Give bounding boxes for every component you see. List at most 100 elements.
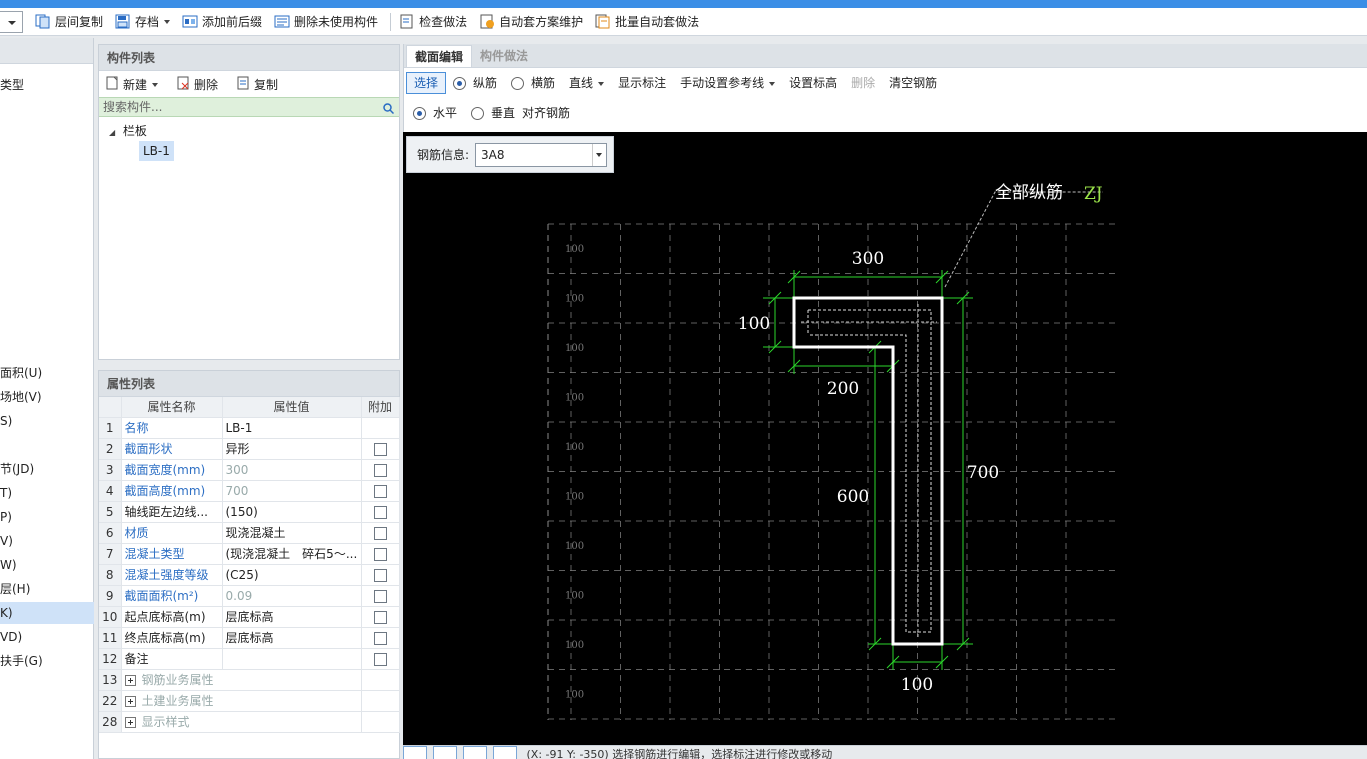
section-drawing[interactable]: 100 100 100 100 100 100 100 100 100 100 300 100 200… — [403, 132, 1367, 745]
tab-section-edit[interactable]: 截面编辑 — [406, 45, 473, 67]
prop-value[interactable]: 异形 — [222, 438, 362, 460]
property-row[interactable]: 1 名称 LB-1 — [99, 417, 400, 439]
manual-ref-dropdown[interactable]: 手动设置参考线 — [673, 72, 782, 94]
status-tool-button[interactable] — [433, 746, 457, 759]
copy-button[interactable]: 复制 — [236, 76, 278, 93]
extra-checkbox[interactable] — [373, 526, 387, 540]
prop-extra — [361, 564, 400, 586]
property-row[interactable]: 6 材质 现浇混凝土 — [99, 522, 400, 544]
dim-label-left: 100 — [738, 314, 770, 334]
delete-rebar-button[interactable]: 删除 — [844, 72, 882, 94]
tree-group[interactable]: ◢ 栏板 — [99, 121, 399, 141]
extra-checkbox[interactable] — [373, 568, 387, 582]
prop-value[interactable]: 300 — [222, 459, 362, 481]
prop-value[interactable]: 700 — [222, 480, 362, 502]
extra-checkbox[interactable] — [373, 505, 387, 519]
expand-plus-icon[interactable] — [124, 696, 136, 707]
nav-item-type[interactable]: 类型 — [0, 74, 94, 96]
search-input[interactable]: 搜索构件... — [99, 97, 399, 117]
extra-checkbox[interactable] — [373, 484, 387, 498]
property-row[interactable]: 8 混凝土强度等级 (C25) — [99, 564, 400, 586]
property-row[interactable]: 11 终点底标高(m) 层底标高 — [99, 627, 400, 649]
tab-component-method[interactable]: 构件做法 — [472, 45, 536, 67]
check-method-button[interactable]: 检查做法 — [395, 11, 471, 33]
extra-checkbox[interactable] — [373, 652, 387, 666]
prop-extra — [361, 543, 400, 565]
delete-unused-button[interactable]: 删除未使用构件 — [270, 11, 382, 33]
property-row[interactable]: 4 截面高度(mm) 700 — [99, 480, 400, 502]
prop-name: 截面形状 — [121, 438, 223, 460]
new-button[interactable]: 新建 — [105, 76, 159, 93]
property-row[interactable]: 2 截面形状 异形 — [99, 438, 400, 460]
extra-checkbox[interactable] — [373, 547, 387, 561]
property-row[interactable]: 9 截面面积(m²) 0.09 — [99, 585, 400, 607]
nav-item-jd[interactable]: 节(JD) — [0, 458, 94, 480]
align-rebar-button[interactable]: 对齐钢筋 — [522, 102, 577, 124]
horizontal-radio[interactable]: 水平 — [406, 102, 464, 124]
status-tool-button[interactable] — [403, 746, 427, 759]
property-row[interactable]: 5 轴线距左边线... (150) — [99, 501, 400, 523]
tree-item[interactable]: LB-1 — [99, 141, 399, 161]
clear-rebar-button[interactable]: 清空钢筋 — [882, 72, 944, 94]
nav-item-vd[interactable]: VD) — [0, 626, 94, 648]
transverse-radio[interactable]: 横筋 — [504, 72, 562, 94]
longitudinal-radio[interactable]: 纵筋 — [446, 72, 504, 94]
nav-item-handrail[interactable]: 扶手(G) — [0, 650, 94, 672]
property-row[interactable]: 3 截面宽度(mm) 300 — [99, 459, 400, 481]
show-dims-button[interactable]: 显示标注 — [611, 72, 673, 94]
extra-checkbox[interactable] — [373, 589, 387, 603]
status-tool-button[interactable] — [463, 746, 487, 759]
property-group-row[interactable]: 28 显示样式 — [99, 711, 400, 733]
nav-item-area[interactable]: 面积(U) — [0, 362, 94, 384]
nav-item-t[interactable]: T) — [0, 482, 94, 504]
prop-value[interactable]: (150) — [222, 501, 362, 523]
prefix-suffix-button[interactable]: 添加前后缀 — [178, 11, 266, 33]
prop-value[interactable]: 层底标高 — [222, 627, 362, 649]
prop-extra — [361, 711, 400, 733]
extra-checkbox[interactable] — [373, 442, 387, 456]
vertical-radio[interactable]: 垂直 — [464, 102, 522, 124]
delete-button[interactable]: 删除 — [176, 76, 218, 93]
prop-value[interactable] — [222, 648, 362, 670]
prop-value[interactable]: (C25) — [222, 564, 362, 586]
rebar-info-select[interactable]: 3A8 — [475, 142, 608, 167]
property-row[interactable]: 7 混凝土类型 (现浇混凝土 碎石5～... — [99, 543, 400, 565]
chevron-down-icon[interactable] — [152, 82, 159, 90]
chevron-down-icon[interactable] — [592, 143, 606, 166]
search-icon[interactable] — [383, 103, 395, 117]
nav-item-s[interactable]: S) — [0, 410, 94, 432]
floor-combo[interactable] — [0, 10, 23, 33]
line-dropdown[interactable]: 直线 — [562, 72, 611, 94]
nav-item-p[interactable]: P) — [0, 506, 94, 528]
tree-expanded-icon[interactable]: ◢ — [109, 123, 119, 143]
prop-value[interactable]: 现浇混凝土 — [222, 522, 362, 544]
set-elevation-button[interactable]: 设置标高 — [782, 72, 844, 94]
row-index: 6 — [99, 522, 122, 544]
extra-checkbox[interactable] — [373, 631, 387, 645]
nav-item-k-selected[interactable]: K) — [0, 602, 94, 624]
property-row[interactable]: 12 备注 — [99, 648, 400, 670]
save-archive-button[interactable]: 存档 — [111, 11, 174, 33]
nav-item-w[interactable]: W) — [0, 554, 94, 576]
chevron-down-icon[interactable] — [164, 20, 171, 27]
prop-value[interactable]: 0.09 — [222, 585, 362, 607]
status-tool-button[interactable] — [493, 746, 517, 759]
nav-item-site[interactable]: 场地(V) — [0, 386, 94, 408]
copy-layers-button[interactable]: 层间复制 — [31, 11, 107, 33]
prop-value[interactable]: 层底标高 — [222, 606, 362, 628]
prop-value[interactable]: (现浇混凝土 碎石5～... — [222, 543, 362, 565]
prop-value[interactable]: LB-1 — [222, 417, 362, 439]
auto-scheme-button[interactable]: 自动套方案维护 — [475, 11, 587, 33]
property-group-row[interactable]: 13 钢筋业务属性 — [99, 669, 400, 691]
select-button[interactable]: 选择 — [406, 72, 447, 94]
section-canvas[interactable]: 100 100 100 100 100 100 100 100 100 100 300 100 200… — [403, 132, 1367, 745]
extra-checkbox[interactable] — [373, 610, 387, 624]
property-row[interactable]: 10 起点底标高(m) 层底标高 — [99, 606, 400, 628]
extra-checkbox[interactable] — [373, 463, 387, 477]
nav-item-v[interactable]: V) — [0, 530, 94, 552]
expand-plus-icon[interactable] — [124, 717, 136, 728]
expand-plus-icon[interactable] — [124, 675, 136, 686]
nav-item-h[interactable]: 层(H) — [0, 578, 94, 600]
property-group-row[interactable]: 22 土建业务属性 — [99, 690, 400, 712]
batch-auto-button[interactable]: 批量自动套做法 — [591, 11, 703, 33]
